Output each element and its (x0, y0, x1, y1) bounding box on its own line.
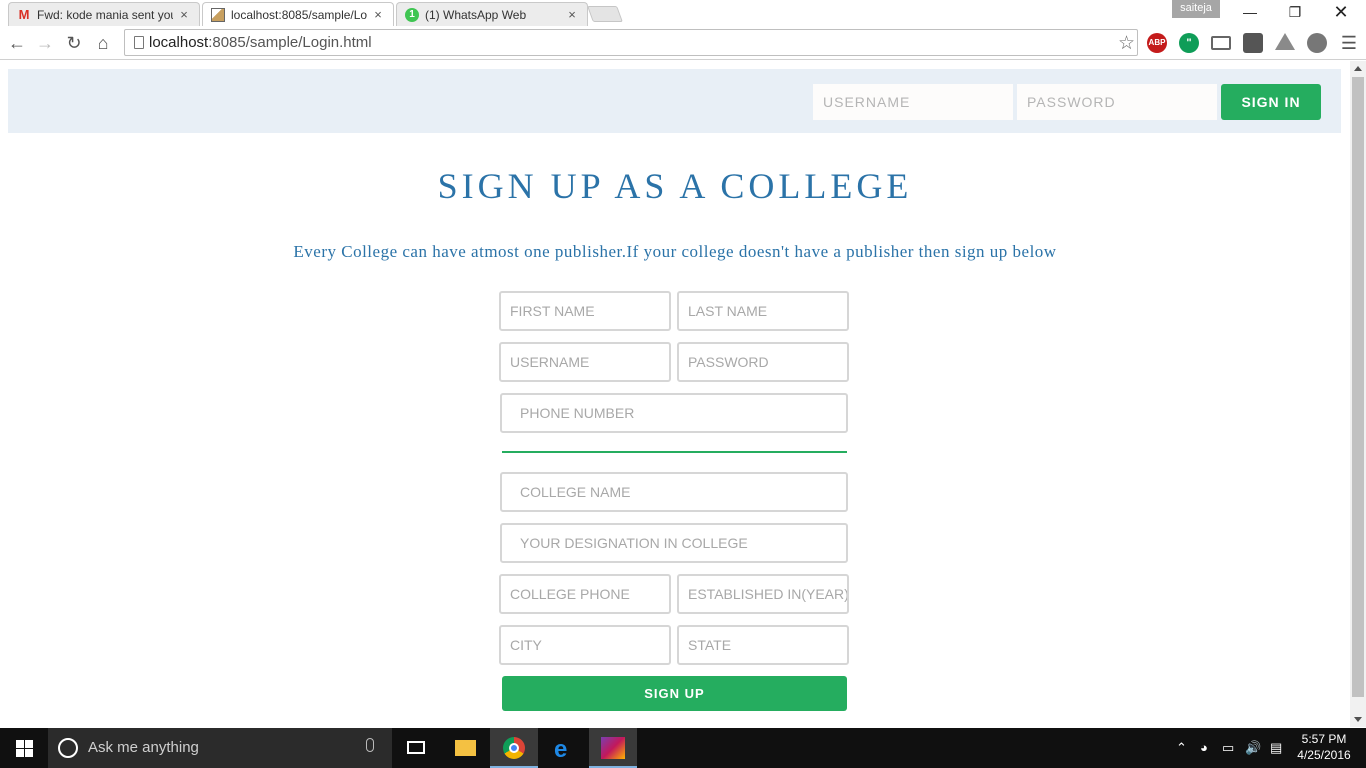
reload-icon[interactable]: ↻ (61, 30, 87, 56)
page-image-icon (211, 7, 225, 22)
battery-icon[interactable]: ▭ (1222, 740, 1234, 756)
edge-icon[interactable]: e (540, 728, 588, 768)
forward-icon[interactable]: → (32, 30, 58, 56)
extension-icon[interactable] (1243, 33, 1263, 53)
clock-time: 5:57 PM (1301, 732, 1347, 746)
address-bar[interactable]: localhost:8085/sample/Login.html ☆ (124, 29, 1138, 56)
new-tab-button[interactable] (587, 6, 623, 22)
cortana-icon (58, 738, 78, 758)
close-tab-icon[interactable]: × (565, 7, 579, 22)
profile-button[interactable]: saiteja (1172, 0, 1220, 18)
header-password-input[interactable] (1017, 84, 1217, 120)
cast-icon[interactable] (1211, 36, 1231, 50)
restore-icon[interactable]: ❐ (1272, 0, 1318, 24)
username-input[interactable] (499, 342, 671, 382)
notifications-icon[interactable]: ▤ (1270, 740, 1282, 756)
tab-gmail[interactable]: M Fwd: kode mania sent you × (8, 2, 200, 26)
college-name-input[interactable] (500, 472, 848, 512)
page-viewport: SIGN IN SIGN UP AS A COLLEGE Every Colle… (0, 61, 1350, 727)
scrollbar-thumb[interactable] (1352, 77, 1364, 697)
sign-up-button[interactable]: SIGN UP (502, 676, 847, 711)
state-input[interactable] (677, 625, 849, 665)
last-name-input[interactable] (677, 291, 849, 331)
drive-icon[interactable] (1275, 33, 1295, 50)
sign-in-button[interactable]: SIGN IN (1221, 84, 1321, 120)
tab-localhost[interactable]: localhost:8085/sample/Lo × (202, 2, 394, 26)
show-hidden-icons[interactable]: ⌃ (1176, 740, 1187, 756)
tab-whatsapp[interactable]: 1 (1) WhatsApp Web × (396, 2, 588, 26)
hangouts-icon[interactable]: " (1179, 33, 1199, 53)
cortana-search-box[interactable]: Ask me anything (48, 728, 392, 768)
phone-number-input[interactable] (500, 393, 848, 433)
home-icon[interactable]: ⌂ (90, 30, 116, 56)
taskbar: Ask me anything e ⌃ ◕ ▭ 🔊 ▤ 5:57 PM 4/25… (0, 728, 1366, 768)
back-icon[interactable]: ← (4, 30, 30, 56)
wifi-icon[interactable]: ◕ (1200, 740, 1208, 755)
chrome-icon[interactable] (490, 728, 538, 768)
minimize-icon[interactable]: — (1227, 0, 1273, 24)
close-window-icon[interactable]: ✕ (1318, 0, 1364, 24)
whatsapp-icon: 1 (405, 7, 419, 22)
adblock-plus-icon[interactable]: ABP (1147, 33, 1167, 53)
page-subtitle: Every College can have atmost one publis… (293, 242, 1057, 261)
game-app-icon[interactable] (589, 728, 637, 768)
windows-start-icon[interactable] (0, 728, 48, 768)
menu-icon[interactable]: ☰ (1336, 30, 1362, 56)
tab-title: localhost:8085/sample/Lo (231, 7, 367, 22)
gmail-icon: M (18, 7, 30, 22)
page-title: SIGN UP AS A COLLEGE (437, 166, 913, 206)
city-input[interactable] (499, 625, 671, 665)
header-username-input[interactable] (813, 84, 1013, 120)
microphone-icon[interactable] (366, 738, 374, 752)
file-explorer-icon[interactable] (441, 728, 489, 768)
section-divider (502, 451, 847, 453)
established-year-input[interactable] (677, 574, 849, 614)
bookmark-star-icon[interactable]: ☆ (1118, 32, 1135, 55)
close-tab-icon[interactable]: × (371, 7, 385, 22)
header-bar: SIGN IN (8, 69, 1341, 133)
password-input[interactable] (677, 342, 849, 382)
volume-icon[interactable]: 🔊 (1245, 740, 1261, 756)
system-clock[interactable]: 5:57 PM 4/25/2016 (1296, 731, 1352, 763)
url-text: localhost:8085/sample/Login.html (149, 34, 372, 51)
browser-toolbar: ← → ↻ ⌂ localhost:8085/sample/Login.html… (0, 26, 1366, 60)
close-tab-icon[interactable]: × (177, 7, 191, 22)
first-name-input[interactable] (499, 291, 671, 331)
tab-title: (1) WhatsApp Web (425, 7, 527, 22)
tab-title: Fwd: kode mania sent you (37, 7, 173, 22)
college-phone-input[interactable] (499, 574, 671, 614)
scroll-up-icon[interactable] (1354, 66, 1362, 71)
page-icon (134, 36, 144, 49)
globe-icon[interactable] (1307, 33, 1327, 53)
search-placeholder: Ask me anything (88, 739, 199, 756)
clock-date: 4/25/2016 (1297, 748, 1351, 762)
designation-input[interactable] (500, 523, 848, 563)
tab-strip: M Fwd: kode mania sent you × localhost:8… (0, 0, 1366, 26)
task-view-icon[interactable] (392, 728, 440, 768)
scroll-down-icon[interactable] (1354, 717, 1362, 722)
page-scrollbar[interactable] (1350, 61, 1366, 727)
